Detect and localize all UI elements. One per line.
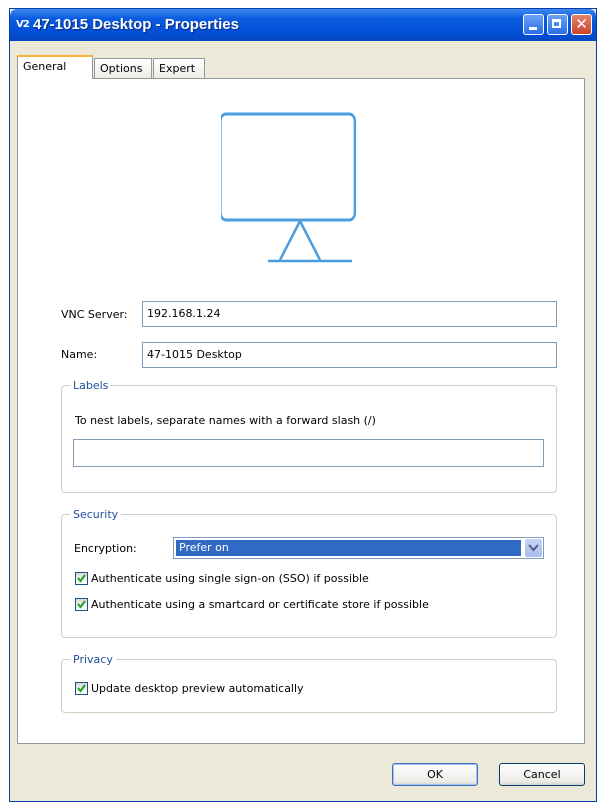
title-bar[interactable]: V2 47-1015 Desktop - Properties ✕ bbox=[10, 9, 596, 41]
update-preview-checkbox[interactable] bbox=[75, 682, 88, 695]
labels-group: Labels bbox=[61, 379, 557, 493]
security-group-legend: Security bbox=[73, 508, 119, 521]
chevron-down-icon bbox=[528, 544, 539, 552]
labels-group-legend: Labels bbox=[73, 379, 109, 392]
close-icon: ✕ bbox=[575, 15, 588, 33]
labels-input[interactable] bbox=[73, 439, 544, 467]
cancel-button[interactable]: Cancel bbox=[499, 763, 585, 786]
window-title: 47-1015 Desktop - Properties bbox=[33, 16, 239, 33]
vnc-server-label: VNC Server: bbox=[61, 308, 128, 321]
sso-label: Authenticate using single sign-on (SSO) … bbox=[91, 572, 369, 585]
maximize-button[interactable] bbox=[547, 14, 568, 35]
tab-options[interactable]: Options bbox=[94, 58, 152, 78]
vnc-server-input[interactable]: 192.168.1.24 bbox=[142, 301, 557, 327]
name-input[interactable]: 47-1015 Desktop bbox=[142, 342, 557, 368]
app-icon: V2 bbox=[16, 19, 30, 30]
ok-button[interactable]: OK bbox=[392, 763, 478, 786]
encryption-label: Encryption: bbox=[74, 542, 137, 555]
encryption-dropdown[interactable]: Prefer on bbox=[173, 537, 544, 559]
checkmark-icon bbox=[77, 684, 86, 693]
minimize-icon bbox=[524, 15, 543, 34]
sso-checkbox[interactable] bbox=[75, 572, 88, 585]
tab-expert[interactable]: Expert bbox=[153, 58, 205, 78]
smartcard-checkbox[interactable] bbox=[75, 598, 88, 611]
checkmark-icon bbox=[77, 600, 86, 609]
smartcard-label: Authenticate using a smartcard or certif… bbox=[91, 598, 429, 611]
name-label: Name: bbox=[61, 348, 98, 361]
dropdown-button[interactable] bbox=[525, 539, 542, 557]
maximize-icon bbox=[548, 15, 567, 34]
monitor-icon bbox=[221, 112, 357, 263]
encryption-selected-value: Prefer on bbox=[176, 540, 521, 556]
tab-general[interactable]: General bbox=[17, 55, 93, 79]
update-preview-label: Update desktop preview automatically bbox=[91, 682, 304, 695]
minimize-button[interactable] bbox=[523, 14, 544, 35]
labels-hint: To nest labels, separate names with a fo… bbox=[75, 414, 376, 427]
privacy-group-legend: Privacy bbox=[73, 653, 113, 666]
checkmark-icon bbox=[77, 574, 86, 583]
close-button[interactable]: ✕ bbox=[571, 14, 592, 35]
